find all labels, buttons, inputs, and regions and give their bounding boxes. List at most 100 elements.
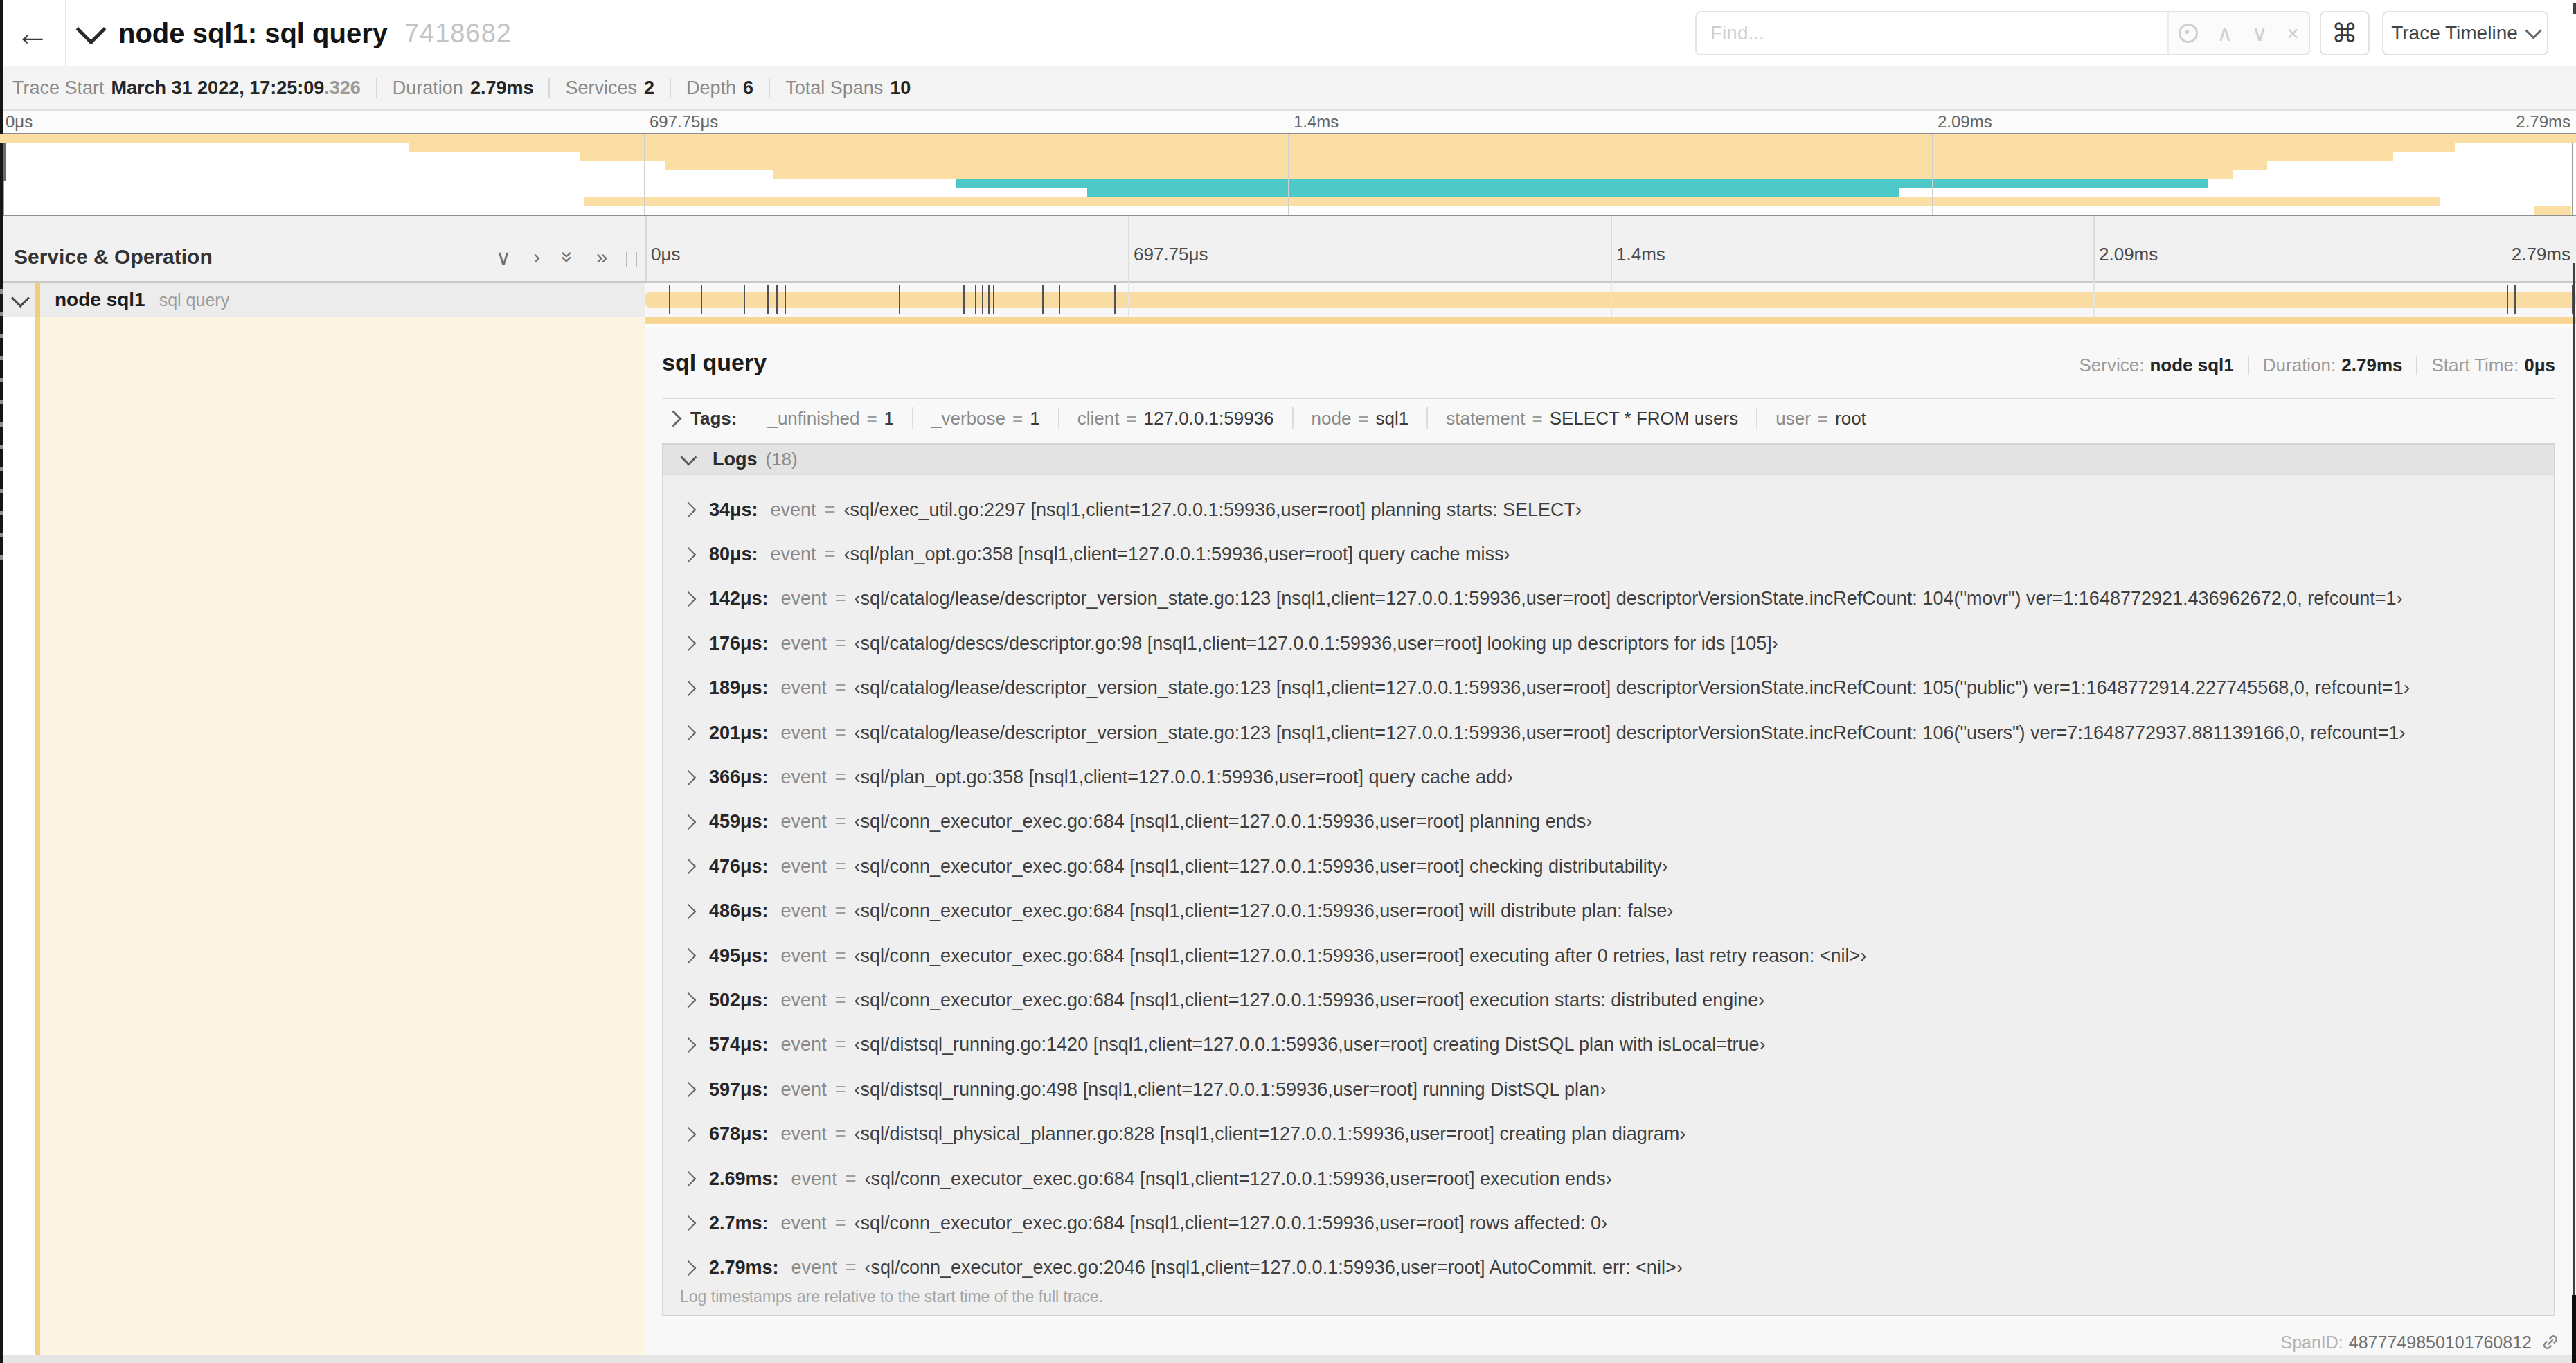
- log-row[interactable]: 366μs:event=‹sql/plan_opt.go:358 [nsql1,…: [663, 755, 2554, 799]
- ruler-gridline: [1611, 216, 1612, 284]
- log-field-key: event: [781, 722, 827, 744]
- log-row[interactable]: 189μs:event=‹sql/catalog/lease/descripto…: [663, 666, 2554, 711]
- log-row-chevron-right-icon: [681, 502, 697, 518]
- next-match-icon[interactable]: ∨: [2252, 23, 2268, 44]
- log-row-chevron-right-icon: [681, 903, 697, 919]
- tags-chevron-right-icon: [665, 410, 681, 427]
- log-field-key: event: [791, 1257, 837, 1279]
- log-row[interactable]: 2.69ms:event=‹sql/conn_executor_exec.go:…: [663, 1157, 2554, 1201]
- log-field-key: event: [781, 945, 827, 967]
- span-collapse-chevron-icon[interactable]: [11, 289, 30, 308]
- collapse-one-icon[interactable]: ∨: [496, 245, 511, 269]
- log-row[interactable]: 2.7ms:event=‹sql/conn_executor_exec.go:6…: [663, 1201, 2554, 1245]
- meta-value: 2.79ms: [2341, 355, 2402, 376]
- log-row[interactable]: 142μs:event=‹sql/catalog/lease/descripto…: [663, 577, 2554, 621]
- tag-item[interactable]: _verbose=1: [931, 408, 1040, 429]
- span-id-row: SpanID: 4877749850101760812: [2280, 1326, 2559, 1359]
- log-field-equals: =: [825, 499, 836, 521]
- log-field-equals: =: [835, 722, 846, 744]
- log-marker-tick: [988, 285, 990, 314]
- log-row[interactable]: 459μs:event=‹sql/conn_executor_exec.go:6…: [663, 800, 2554, 844]
- ruler-gridline: [2093, 216, 2095, 284]
- logs-chevron-down-icon: [680, 449, 697, 465]
- log-row-chevron-right-icon: [681, 636, 697, 652]
- log-timestamp: 2.7ms:: [709, 1213, 769, 1234]
- collapse-all-icon[interactable]: »: [556, 251, 580, 263]
- log-timestamp: 34μs:: [709, 499, 758, 521]
- span-bar-cell[interactable]: [645, 283, 2576, 317]
- copy-link-icon[interactable]: [2541, 1333, 2559, 1351]
- minimap-ruler: 0μs697.75μs1.4ms2.09ms2.79ms: [0, 111, 2576, 133]
- log-field-key: event: [781, 856, 827, 878]
- span-id-label: SpanID:: [2280, 1333, 2343, 1353]
- logs-header[interactable]: Logs (18): [663, 445, 2554, 475]
- log-marker-tick: [993, 285, 994, 314]
- log-marker-tick: [1114, 285, 1116, 314]
- column-resizer-grip[interactable]: [626, 252, 637, 267]
- ruler-tick-label: 2.79ms: [2516, 112, 2570, 132]
- clear-find-icon[interactable]: ×: [2287, 23, 2299, 44]
- minimap-span-bar: [1087, 188, 1899, 197]
- log-rows: 34μs:event=‹sql/exec_util.go:2297 [nsql1…: [663, 488, 2554, 1290]
- vertical-scrollbar-thumb[interactable]: [2573, 263, 2575, 1295]
- locate-icon[interactable]: [2179, 24, 2198, 43]
- log-row[interactable]: 678μs:event=‹sql/distsql_physical_planne…: [663, 1112, 2554, 1156]
- log-row[interactable]: 476μs:event=‹sql/conn_executor_exec.go:6…: [663, 844, 2554, 889]
- log-row[interactable]: 34μs:event=‹sql/exec_util.go:2297 [nsql1…: [663, 488, 2554, 532]
- tag-separator: [912, 407, 913, 429]
- tag-item[interactable]: client=127.0.0.1:59936: [1077, 408, 1274, 429]
- tag-item[interactable]: user=root: [1776, 408, 1866, 429]
- span-row[interactable]: node sql1 sql query: [0, 283, 2576, 317]
- log-row[interactable]: 597μs:event=‹sql/distsql_running.go:498 …: [663, 1067, 2554, 1112]
- log-field-value: ‹sql/distsql_running.go:1420 [nsql1,clie…: [854, 1034, 1765, 1055]
- log-row[interactable]: 2.79ms:event=‹sql/conn_executor_exec.go:…: [663, 1246, 2554, 1290]
- log-row-chevron-right-icon: [681, 769, 697, 785]
- find-input[interactable]: [1697, 12, 2167, 54]
- tag-item[interactable]: statement=SELECT * FROM users: [1446, 408, 1738, 429]
- log-field-key: event: [781, 633, 827, 654]
- log-field-value: ‹sql/catalog/lease/descriptor_version_st…: [854, 588, 2402, 609]
- tag-item[interactable]: _unfinished=1: [767, 408, 894, 429]
- log-row-chevron-right-icon: [681, 992, 697, 1008]
- minimap-right-scrubber[interactable]: [2572, 134, 2573, 215]
- summary-separator: [548, 78, 550, 98]
- log-row-chevron-right-icon: [681, 1215, 697, 1231]
- tag-item[interactable]: node=sql1: [1312, 408, 1409, 429]
- command-icon: ⌘: [2332, 18, 2358, 48]
- ruler-tick-label: 1.4ms: [1294, 112, 1339, 132]
- log-row-chevron-right-icon: [681, 546, 697, 562]
- trace-title-chevron-down-icon[interactable]: [76, 14, 107, 44]
- log-field-equals: =: [835, 588, 846, 609]
- log-field-value: ‹sql/distsql_running.go:498 [nsql1,clien…: [854, 1079, 1606, 1101]
- log-timestamp: 80μs:: [709, 544, 758, 565]
- span-operation-name: sql query: [159, 290, 229, 310]
- minimap-span-bar: [665, 161, 2267, 170]
- log-field-equals: =: [835, 1213, 846, 1234]
- log-row-chevron-right-icon: [681, 814, 697, 830]
- expand-all-icon[interactable]: »: [596, 245, 608, 269]
- expand-one-icon[interactable]: ›: [533, 245, 540, 269]
- view-selector-button[interactable]: Trace Timeline: [2382, 11, 2548, 55]
- log-row[interactable]: 574μs:event=‹sql/distsql_running.go:1420…: [663, 1023, 2554, 1067]
- log-field-equals: =: [835, 1079, 846, 1101]
- span-name-cell[interactable]: node sql1 sql query: [0, 283, 645, 317]
- back-button[interactable]: ←: [0, 0, 66, 66]
- log-field-equals: =: [825, 544, 836, 565]
- minimap-canvas[interactable]: [0, 133, 2576, 216]
- log-row[interactable]: 495μs:event=‹sql/conn_executor_exec.go:6…: [663, 934, 2554, 978]
- log-row[interactable]: 176μs:event=‹sql/catalog/descs/descripto…: [663, 621, 2554, 666]
- logs-count: (18): [766, 449, 798, 470]
- ruler-tick-label: 697.75μs: [650, 112, 718, 132]
- log-row[interactable]: 80μs:event=‹sql/plan_opt.go:358 [nsql1,c…: [663, 532, 2554, 576]
- log-row[interactable]: 201μs:event=‹sql/catalog/lease/descripto…: [663, 711, 2554, 755]
- keyboard-shortcuts-button[interactable]: ⌘: [2320, 11, 2370, 55]
- prev-match-icon[interactable]: ∧: [2217, 23, 2233, 44]
- minimap-gridline: [644, 134, 645, 215]
- log-field-key: event: [781, 1034, 827, 1055]
- tags-row[interactable]: Tags: _unfinished=1_verbose=1client=127.…: [668, 406, 1866, 431]
- logs-footnote: Log timestamps are relative to the start…: [680, 1288, 1103, 1306]
- log-row[interactable]: 486μs:event=‹sql/conn_executor_exec.go:6…: [663, 889, 2554, 934]
- summary-value: 6: [743, 78, 753, 99]
- log-row[interactable]: 502μs:event=‹sql/conn_executor_exec.go:6…: [663, 978, 2554, 1022]
- log-timestamp: 366μs:: [709, 767, 769, 788]
